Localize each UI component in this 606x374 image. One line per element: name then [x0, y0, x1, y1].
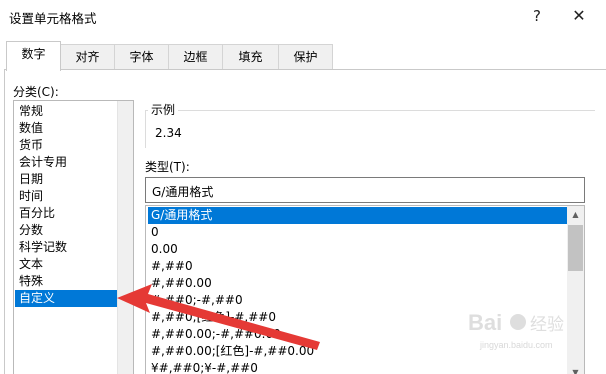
baidu-logo-icon: Bai 经验 jingyan.baidu.com	[468, 310, 564, 350]
svg-text:Bai: Bai	[468, 310, 502, 335]
baidu-watermark: Bai 经验 jingyan.baidu.com	[460, 300, 590, 360]
tab-number[interactable]: 数字	[6, 41, 61, 71]
svg-text:jingyan.baidu.com: jingyan.baidu.com	[479, 340, 553, 350]
svg-text:经验: 经验	[530, 315, 564, 335]
